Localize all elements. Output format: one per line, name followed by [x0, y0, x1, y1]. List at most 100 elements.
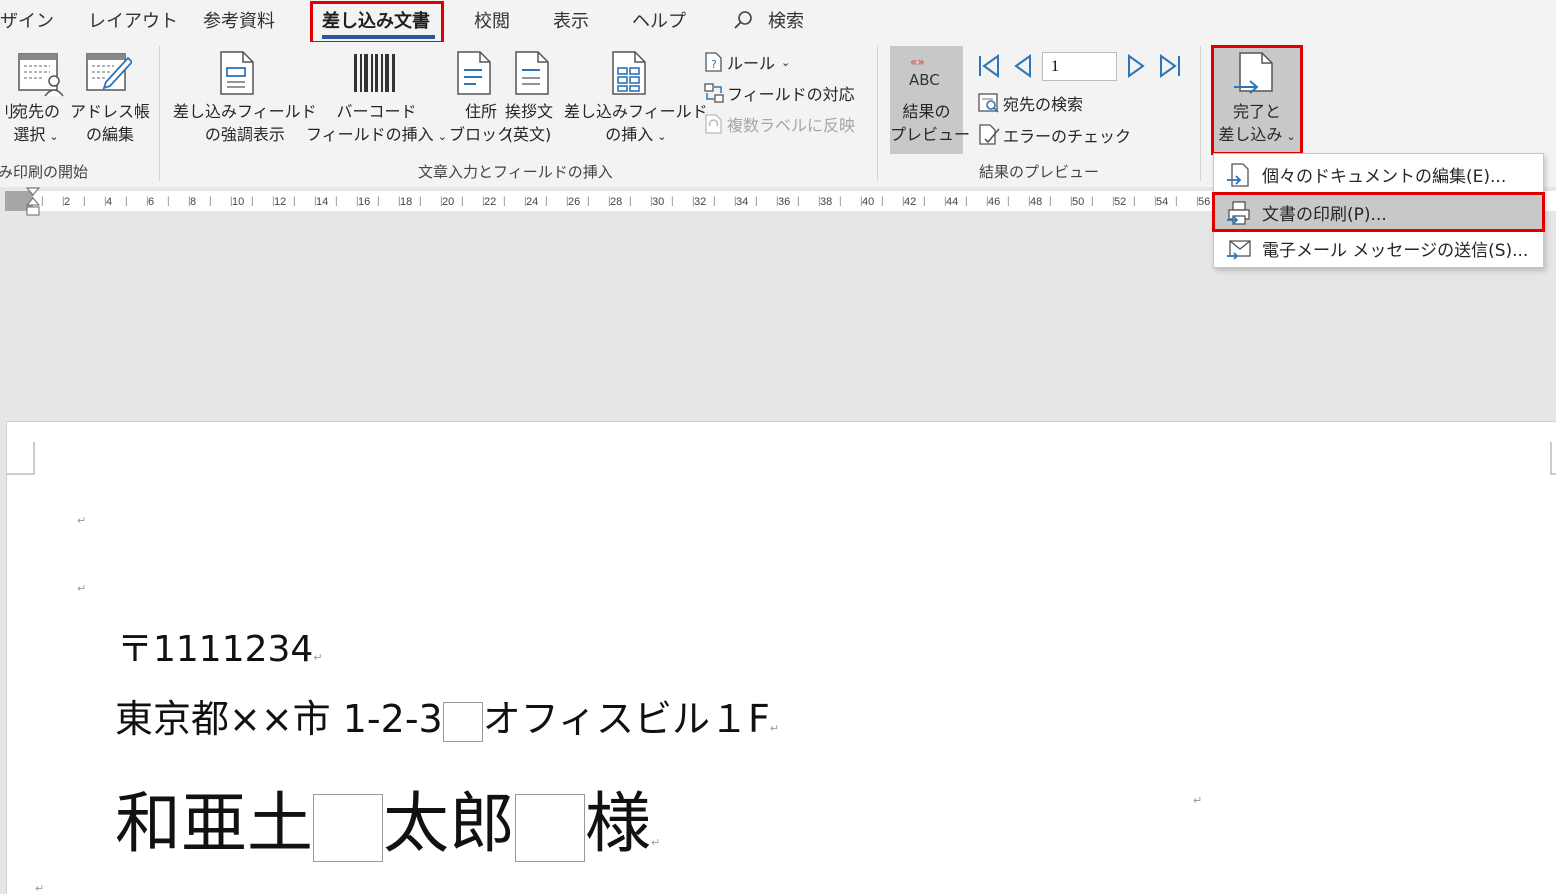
name-text-part3: 様: [585, 785, 651, 862]
ruler-tick-mark: |: [650, 196, 653, 207]
match-fields-button[interactable]: フィールドの対応: [703, 81, 855, 105]
select-recipients-button[interactable]: 宛先の 選択 ⌄: [12, 100, 60, 148]
ruler-tick-mark: |: [1154, 196, 1157, 207]
ruler-tick-mark: |: [398, 196, 401, 207]
ruler-tick-label: 4: [106, 196, 113, 208]
ruler-tick-mark: |: [545, 196, 548, 207]
ruler-tick-label: 32: [694, 196, 707, 208]
rules-icon: ?: [705, 52, 722, 72]
address-block-icon: [456, 50, 492, 100]
chevron-down-icon: ⌄: [781, 55, 791, 69]
next-record-icon[interactable]: [1123, 53, 1149, 83]
ruler-tick-mark: |: [104, 196, 107, 207]
highlight-merge-fields-label-1: 差し込みフィールド: [173, 102, 317, 121]
highlight-merge-fields-button[interactable]: 差し込みフィールド の強調表示: [173, 100, 317, 146]
highlight-merge-fields-label-2: の強調表示: [204, 125, 285, 144]
ruler-tick-mark: |: [503, 196, 506, 207]
edit-address-book-icon: [84, 50, 134, 102]
address-block-button[interactable]: 住所 ブロック: [449, 100, 513, 146]
preview-results-label-1: 結果の: [902, 102, 951, 121]
first-record-icon[interactable]: [976, 53, 1002, 83]
name-text-part1: 和亜土: [115, 785, 313, 862]
menu-item-label: 電子メール メッセージの送信(S)...: [1262, 241, 1529, 261]
greeting-line-label-2: (英文): [506, 125, 552, 144]
find-recipient-button[interactable]: 宛先の検索: [977, 91, 1083, 115]
find-recipient-icon: [978, 93, 999, 113]
ruler-tick-label: 34: [736, 196, 749, 208]
highlight-fields-icon: [219, 50, 255, 100]
chevron-down-icon: ⌄: [437, 130, 447, 143]
tab-references[interactable]: 参考資料: [203, 7, 275, 33]
check-errors-label: エラーのチェック: [1003, 127, 1132, 146]
ribbon-tab-bar: ザイン レイアウト 参考資料 差し込み文書 校閲 表示 ヘルプ 検索: [0, 0, 1556, 44]
full-width-space-box: [313, 793, 383, 862]
name-text-part2: 太郎: [383, 785, 515, 862]
select-recipients-label-2: 選択: [13, 125, 46, 144]
ruler-tick-mark: |: [965, 196, 968, 207]
tab-help[interactable]: ヘルプ: [632, 7, 686, 33]
group-label-start: み印刷の開始: [0, 163, 89, 181]
ruler-tick-label: 48: [1030, 196, 1043, 208]
ruler-tick-label: 8: [190, 196, 197, 208]
last-record-icon[interactable]: [1157, 53, 1183, 83]
paragraph-mark: ↵: [35, 882, 45, 894]
tab-layout[interactable]: レイアウト: [88, 7, 178, 33]
ruler-tick-mark: |: [776, 196, 779, 207]
ruler-tick-label: 50: [1072, 196, 1085, 208]
ruler-tick-mark: |: [524, 196, 527, 207]
recipient-name-line[interactable]: 和亜土 太郎 様↵: [115, 770, 660, 866]
document-page[interactable]: ↵ ↵ 〒1111234↵ 東京都××市 1-2-3 オフィスビル１F↵ 和亜土太…: [6, 421, 1556, 894]
check-errors-button[interactable]: エラーのチェック: [977, 123, 1131, 147]
print-documents-highlight-box: [1212, 192, 1545, 232]
ruler-tick-mark: |: [167, 196, 170, 207]
ruler-tick-mark: |: [608, 196, 611, 207]
update-labels-button: 複数ラベルに反映: [703, 112, 855, 136]
paragraph-mark: ↵: [313, 651, 323, 664]
insert-merge-field-label-1: 差し込みフィールド: [564, 102, 708, 121]
address-text-part1: 東京都××市 1-2-3: [115, 697, 443, 741]
tab-view[interactable]: 表示: [553, 7, 589, 33]
ruler-tick-mark: |: [629, 196, 632, 207]
chevron-down-icon: ⌄: [49, 130, 59, 143]
postal-code-line[interactable]: 〒1111234↵: [117, 620, 323, 672]
ruler-tick-mark: |: [881, 196, 884, 207]
menu-item-send-email[interactable]: 電子メール メッセージの送信(S)...: [1214, 230, 1543, 267]
ruler-tick-label: 22: [484, 196, 497, 208]
check-errors-icon: [979, 124, 1000, 145]
search-label[interactable]: 検索: [768, 7, 804, 33]
ruler-tick-mark: |: [1028, 196, 1031, 207]
ruler-tick-mark: |: [860, 196, 863, 207]
paragraph-mark: ↵: [651, 836, 661, 849]
record-number-input[interactable]: [1042, 52, 1117, 81]
tab-design[interactable]: ザイン: [0, 7, 54, 33]
ruler-tick-mark: |: [209, 196, 212, 207]
insert-merge-field-button[interactable]: 差し込みフィールド の挿入 ⌄: [564, 100, 708, 148]
insert-barcode-field-button[interactable]: バーコード フィールドの挿入 ⌄: [306, 100, 447, 148]
ruler-tick-mark: |: [1070, 196, 1073, 207]
svg-text:«»: «»: [910, 55, 925, 69]
previous-record-icon[interactable]: [1010, 53, 1036, 83]
address-line[interactable]: 東京都××市 1-2-3 オフィスビル１F↵: [115, 688, 779, 743]
ruler-tick-mark: |: [482, 196, 485, 207]
ruler-tick-mark: |: [41, 196, 44, 207]
ruler-tick-mark: |: [419, 196, 422, 207]
menu-item-edit-individual-documents[interactable]: 個々のドキュメントの編集(E)...: [1214, 156, 1543, 193]
select-recipients-label-1: 宛先の: [12, 102, 61, 121]
search-icon: [733, 9, 755, 35]
ruler-tick-label: 18: [400, 196, 413, 208]
ruler-tick-label: 42: [904, 196, 917, 208]
rules-button[interactable]: ? ルール ⌄: [703, 50, 790, 74]
indent-marker-icon[interactable]: [25, 187, 41, 221]
preview-results-icon-text: ABC: [909, 71, 940, 89]
match-fields-icon: [704, 83, 724, 103]
ruler-tick-mark: |: [440, 196, 443, 207]
match-fields-label: フィールドの対応: [727, 85, 855, 104]
paragraph-mark: ↵: [77, 514, 87, 527]
ruler-tick-mark: |: [1049, 196, 1052, 207]
ruler-tick-mark: |: [1007, 196, 1010, 207]
ruler-tick-mark: |: [1196, 196, 1199, 207]
edit-address-book-button[interactable]: アドレス帳 の編集: [70, 100, 150, 146]
tab-review[interactable]: 校閲: [474, 7, 510, 33]
ruler-tick-mark: |: [461, 196, 464, 207]
greeting-line-button[interactable]: 挨拶文 (英文): [505, 100, 553, 146]
